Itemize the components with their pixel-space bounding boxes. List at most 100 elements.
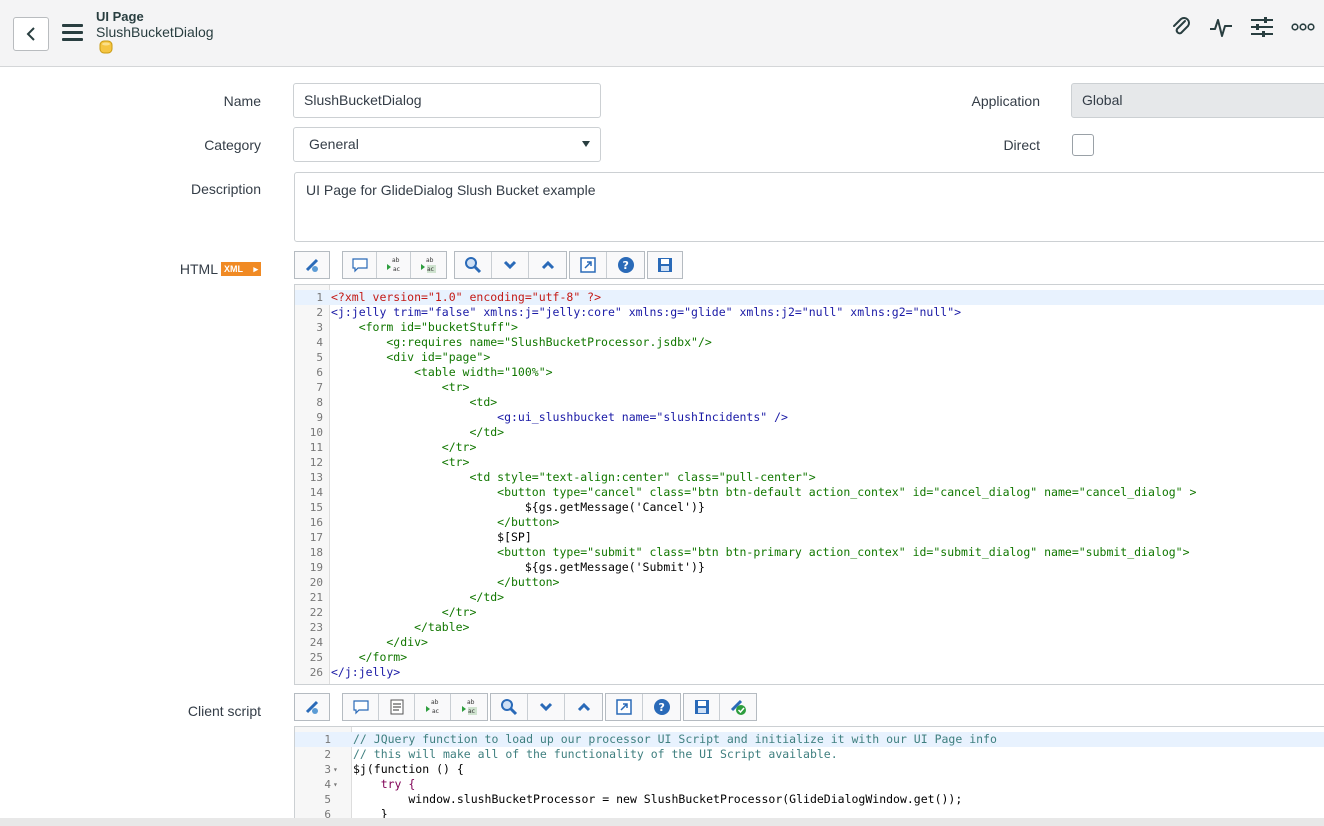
code-line: 5 <div id="page">: [295, 350, 1324, 365]
name-input[interactable]: SlushBucketDialog: [293, 83, 601, 118]
line-number: 4: [324, 778, 331, 791]
cs-lint-button[interactable]: [720, 694, 756, 720]
direct-checkbox[interactable]: [1072, 134, 1094, 156]
line-number: 3: [316, 321, 323, 334]
paperclip-icon[interactable]: [1168, 14, 1194, 40]
caret-down-icon: [582, 141, 590, 147]
help-icon: ?: [653, 699, 670, 715]
code-text: </button>: [331, 515, 560, 529]
search-button[interactable]: [455, 252, 492, 278]
svg-text:ac: ac: [468, 708, 475, 715]
format-icon: [305, 258, 319, 272]
code-line: 9 <g:ui_slushbucket name="slushIncidents…: [295, 410, 1324, 425]
line-number: 11: [309, 441, 323, 454]
code-line: 10 </td>: [295, 425, 1324, 440]
code-text: // JQuery function to load up our proces…: [353, 732, 997, 746]
help-button[interactable]: ?: [607, 252, 644, 278]
category-select[interactable]: General: [293, 127, 601, 162]
more-icon[interactable]: [1290, 14, 1316, 40]
svg-text:ac: ac: [393, 266, 400, 273]
code-text: </tr>: [331, 605, 477, 619]
name-label: Name: [223, 93, 261, 109]
fullscreen-button[interactable]: [570, 252, 607, 278]
cs-find-next-button[interactable]: [528, 694, 565, 720]
description-textarea[interactable]: UI Page for GlideDialog Slush Bucket exa…: [294, 172, 1324, 242]
category-value: General: [309, 136, 359, 152]
chevron-up-icon: [577, 702, 590, 712]
cs-format-code-button[interactable]: [295, 694, 329, 720]
cs-help-button[interactable]: ?: [643, 694, 680, 720]
activity-icon[interactable]: [1208, 14, 1234, 40]
svg-text:ab: ab: [426, 257, 434, 264]
form-header: UI Page SlushBucketDialog: [0, 0, 1324, 67]
svg-text:ab: ab: [392, 257, 400, 264]
play-icon: ▸: [253, 264, 258, 274]
line-number: 15: [309, 501, 323, 514]
cs-comment-button[interactable]: [343, 694, 379, 720]
comment-icon: [351, 258, 368, 273]
application-field: Global: [1071, 83, 1324, 118]
html-editor[interactable]: 1 <?xml version="1.0" encoding="utf-8" ?>…: [294, 284, 1324, 685]
replace-icon: ab ac: [386, 257, 400, 273]
cs-save-button[interactable]: [684, 694, 720, 720]
cs-script-include-button[interactable]: [379, 694, 415, 720]
cs-fullscreen-button[interactable]: [606, 694, 643, 720]
find-previous-button[interactable]: [529, 252, 566, 278]
code-text: <tr>: [331, 380, 470, 394]
code-line: 4 <g:requires name="SlushBucketProcessor…: [295, 335, 1324, 350]
line-number: 5: [324, 793, 331, 806]
line-number: 14: [309, 486, 323, 499]
line-number: 2: [316, 306, 323, 319]
sliders-icon[interactable]: [1249, 14, 1275, 40]
code-line: 8 <td>: [295, 395, 1324, 410]
chevron-down-icon: [503, 260, 517, 270]
chevron-down-icon: [539, 702, 553, 712]
horizontal-scrollbar[interactable]: [0, 818, 1324, 826]
back-button[interactable]: [13, 17, 49, 51]
help-icon: ?: [617, 257, 634, 273]
code-text: </button>: [331, 575, 560, 589]
search-icon: [501, 699, 518, 716]
cs-find-previous-button[interactable]: [565, 694, 602, 720]
fold-toggle[interactable]: ▾: [333, 777, 338, 792]
document-lines-icon: [390, 699, 403, 715]
line-number: 9: [316, 411, 323, 424]
line-number: 18: [309, 546, 323, 559]
svg-text:?: ?: [622, 259, 628, 272]
client-script-editor[interactable]: 1 // JQuery function to load up our proce…: [294, 726, 1324, 826]
direct-label: Direct: [1003, 137, 1040, 153]
fold-toggle[interactable]: ▾: [333, 762, 338, 777]
code-text: <td>: [331, 395, 498, 409]
cs-replace-all-button[interactable]: ab ac: [451, 694, 487, 720]
line-number: 17: [309, 531, 323, 544]
html-label: HTML: [179, 261, 218, 277]
code-line: 13 <td style="text-align:center" class="…: [295, 470, 1324, 485]
line-number: 25: [309, 651, 323, 664]
format-code-button[interactable]: [295, 252, 329, 278]
code-line: 6 <table width="100%">: [295, 365, 1324, 380]
code-text: try {: [353, 777, 416, 791]
xml-badge-text: XML: [224, 264, 243, 274]
find-next-button[interactable]: [492, 252, 529, 278]
code-line: 18 <button type="submit" class="btn btn-…: [295, 545, 1324, 560]
code-text: <button type="cancel" class="btn btn-def…: [331, 485, 1197, 499]
replace-all-button[interactable]: ab ac: [411, 252, 445, 278]
code-line: 14 <button type="cancel" class="btn btn-…: [295, 485, 1324, 500]
svg-text:ac: ac: [432, 708, 439, 715]
code-text: </form>: [331, 650, 408, 664]
line-number: 2: [324, 748, 331, 761]
line-number: 7: [316, 381, 323, 394]
line-number: 6: [316, 366, 323, 379]
replace-button[interactable]: ab ac: [377, 252, 411, 278]
code-text: </j:jelly>: [331, 665, 401, 679]
comment-button[interactable]: [343, 252, 377, 278]
cs-replace-button[interactable]: ab ac: [415, 694, 451, 720]
menu-icon[interactable]: [62, 24, 83, 45]
cs-search-button[interactable]: [491, 694, 528, 720]
description-label: Description: [190, 181, 261, 197]
code-text: <g:ui_slushbucket name="slushIncidents" …: [331, 410, 788, 424]
search-icon: [465, 257, 482, 274]
category-label: Category: [204, 137, 261, 153]
save-button[interactable]: [648, 252, 682, 278]
code-text: <tr>: [331, 455, 470, 469]
